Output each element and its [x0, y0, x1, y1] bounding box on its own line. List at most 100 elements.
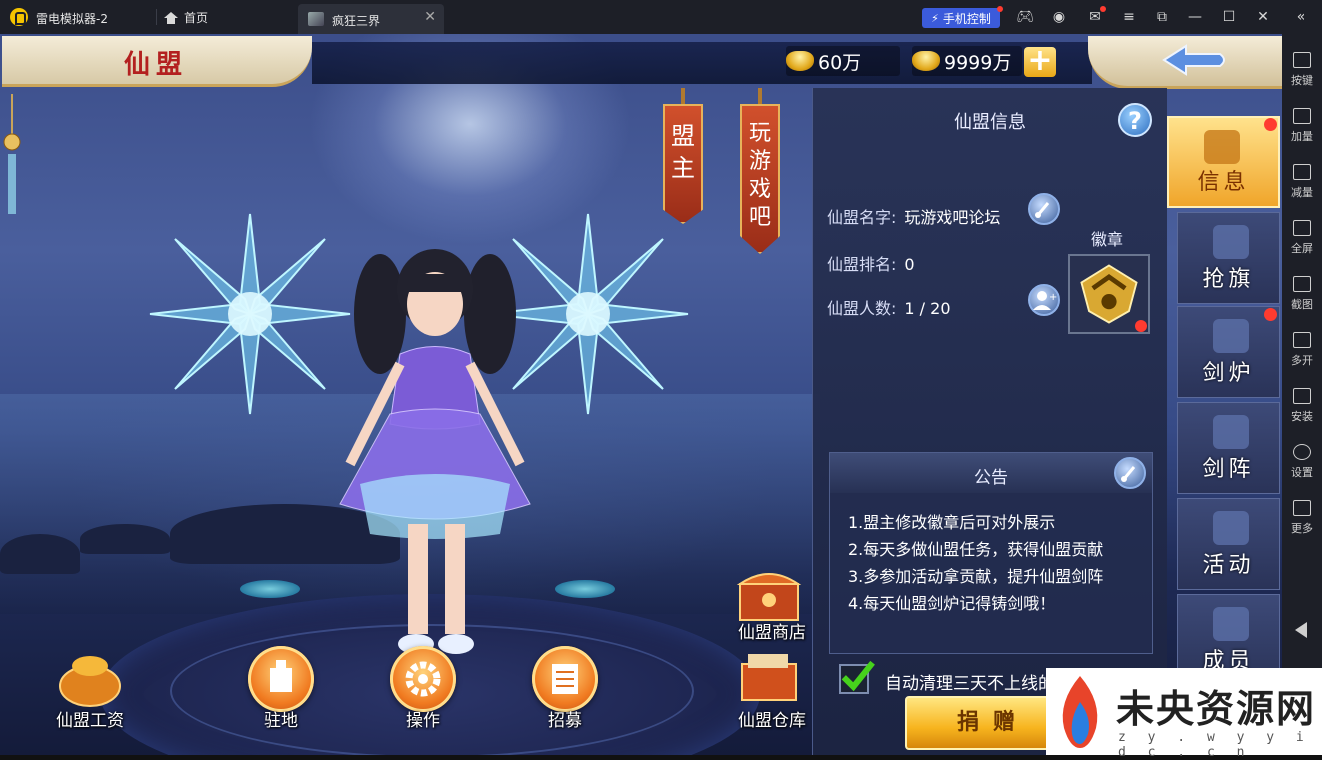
volume-up-icon [1293, 108, 1311, 124]
activity-tab-icon [1213, 511, 1249, 545]
keymap-button[interactable]: 按键 [1282, 48, 1322, 100]
notice-line: 1.盟主修改徽章后可对外展示 [848, 513, 1056, 532]
sidebar-label: 截图 [1291, 298, 1313, 311]
info-tab-notification-dot [1264, 118, 1277, 131]
leader-banner: 盟主 [663, 104, 703, 224]
volume-down-button[interactable]: 减量 [1282, 160, 1322, 212]
fullscreen-icon [1293, 220, 1311, 236]
home-tab[interactable]: 首页 [164, 9, 208, 26]
guild-info-panel: 仙盟信息 ? 仙盟名字: 玩游戏吧论坛 仙盟排名: 0 仙盟人数: 1 / 20 + … [812, 88, 1167, 755]
shop-label: 仙盟商店 [738, 623, 806, 643]
guild-rank-row: 仙盟排名: 0 [827, 251, 915, 275]
tab-flag-label: 抢旗 [1202, 267, 1255, 292]
notice-box: 公告 1.盟主修改徽章后可对外展示 2.每天多做仙盟任务，获得仙盟贡献 3.多参… [829, 452, 1153, 654]
tab-activity[interactable]: 活动 [1177, 498, 1280, 590]
more-button[interactable]: 更多 [1282, 496, 1322, 548]
phone-control-label: 手机控制 [942, 11, 991, 26]
sidebar-label: 安装 [1291, 410, 1313, 423]
base-button[interactable] [248, 646, 314, 712]
sidebar-label: 更多 [1291, 522, 1313, 535]
volume-up-button[interactable]: 加量 [1282, 104, 1322, 156]
maximize-icon[interactable]: ☐ [1220, 8, 1238, 26]
sidebar-label: 多开 [1291, 354, 1313, 367]
sidebar-label: 设置 [1291, 466, 1313, 479]
phone-control-button[interactable]: ⚡ 手机控制 [922, 8, 1000, 28]
guild-name-label: 仙盟名字: [827, 208, 897, 227]
edit-notice-button[interactable] [1114, 457, 1146, 489]
sidebar-label: 按键 [1291, 74, 1313, 87]
tab-forge[interactable]: 剑炉 [1177, 306, 1280, 398]
install-apk-button[interactable]: 安装 [1282, 384, 1322, 436]
game-tab-icon [308, 12, 324, 26]
sidebar-label: 加量 [1291, 130, 1313, 143]
game-viewport: 仙盟 60万 9999万 + 盟主 玩游戏吧 仙盟工资 驻地 操作 招募 仙盟商 [0, 34, 1282, 755]
tab-formation[interactable]: 剑阵 [1177, 402, 1280, 494]
guild-name-banner: 玩游戏吧 [740, 104, 780, 254]
collapse-sidebar-icon[interactable]: « [1292, 8, 1310, 26]
recharge-plus-button[interactable]: + [1024, 46, 1056, 77]
game-tab[interactable]: 疯狂三界 ✕ [298, 4, 444, 34]
sidebar-label: 减量 [1291, 186, 1313, 199]
close-window-icon[interactable]: ✕ [1254, 8, 1272, 26]
home-tab-label: 首页 [184, 11, 209, 25]
apk-icon [1293, 388, 1311, 404]
volume-down-icon [1293, 164, 1311, 180]
minimize-icon[interactable]: — [1186, 8, 1204, 26]
popout-icon[interactable]: ⧉ [1153, 8, 1171, 26]
warehouse-label: 仙盟仓库 [738, 711, 806, 731]
watermark-url: z y . w y y i d c . c n [1118, 730, 1311, 760]
emulator-sidebar: 按键 加量 减量 全屏 截图 多开 安装 设置 更多 [1282, 34, 1322, 755]
tab-info[interactable]: 信息 [1167, 116, 1280, 208]
back-triangle-icon[interactable] [1295, 622, 1307, 638]
fullscreen-button[interactable]: 全屏 [1282, 216, 1322, 268]
screenshot-button[interactable]: 截图 [1282, 272, 1322, 324]
gear-icon [1293, 444, 1311, 460]
badge-label: 徽章 [1091, 230, 1124, 249]
page-title: 仙盟 [124, 50, 189, 80]
recruit-button[interactable] [532, 646, 598, 712]
gold-currency: 9999万 [912, 46, 1011, 76]
guild-members-row: 仙盟人数: 1 / 20 [827, 295, 951, 319]
back-arrow-icon[interactable] [1160, 42, 1230, 78]
close-tab-icon[interactable]: ✕ [424, 9, 436, 25]
operate-button[interactable] [390, 646, 456, 712]
add-user-icon: + [1033, 291, 1057, 310]
gear-icon [405, 661, 441, 697]
wages-bag-icon[interactable] [55, 648, 125, 708]
ice-wing-left-icon [149, 213, 351, 415]
multi-instance-button[interactable]: 多开 [1282, 328, 1322, 380]
svg-text:+: + [1049, 292, 1057, 303]
tab-activity-label: 活动 [1202, 553, 1255, 578]
members-tab-icon [1213, 607, 1249, 641]
user-icon[interactable]: ◉ [1050, 8, 1068, 26]
rock [0, 534, 80, 574]
info-tab-icon [1204, 130, 1240, 164]
base-label: 驻地 [264, 711, 298, 731]
warehouse-icon[interactable] [734, 646, 804, 706]
guild-members-value: 1 / 20 [904, 299, 951, 318]
add-member-button[interactable]: + [1028, 284, 1060, 316]
gamepad-icon[interactable]: 🎮︎ [1016, 8, 1034, 26]
edit-name-button[interactable] [1028, 193, 1060, 225]
notice-line: 4.每天仙盟剑炉记得铸剑哦！ [848, 594, 1056, 613]
help-button[interactable]: ? [1118, 103, 1152, 137]
charm-ornament-icon [3, 94, 21, 214]
silver-amount: 60万 [818, 51, 862, 74]
recruit-label: 招募 [548, 711, 582, 731]
auto-clean-checkbox[interactable] [839, 660, 875, 694]
watermark-title: 未央资源网 [1116, 687, 1317, 731]
tab-flag[interactable]: 抢旗 [1177, 212, 1280, 304]
guild-members-label: 仙盟人数: [827, 299, 897, 318]
tab-formation-label: 剑阵 [1202, 457, 1255, 482]
formation-tab-icon [1213, 415, 1249, 449]
flame-logo-icon [1062, 676, 1098, 748]
brush-icon [1035, 202, 1050, 218]
castle-icon [270, 660, 292, 692]
keyboard-icon [1293, 52, 1311, 68]
shop-chest-icon[interactable] [734, 564, 804, 624]
gold-amount: 9999万 [944, 51, 1012, 74]
wages-label: 仙盟工资 [56, 711, 124, 731]
settings-button[interactable]: 设置 [1282, 440, 1322, 492]
guild-rank-value: 0 [904, 255, 915, 274]
menu-icon[interactable]: ≡ [1120, 8, 1138, 26]
